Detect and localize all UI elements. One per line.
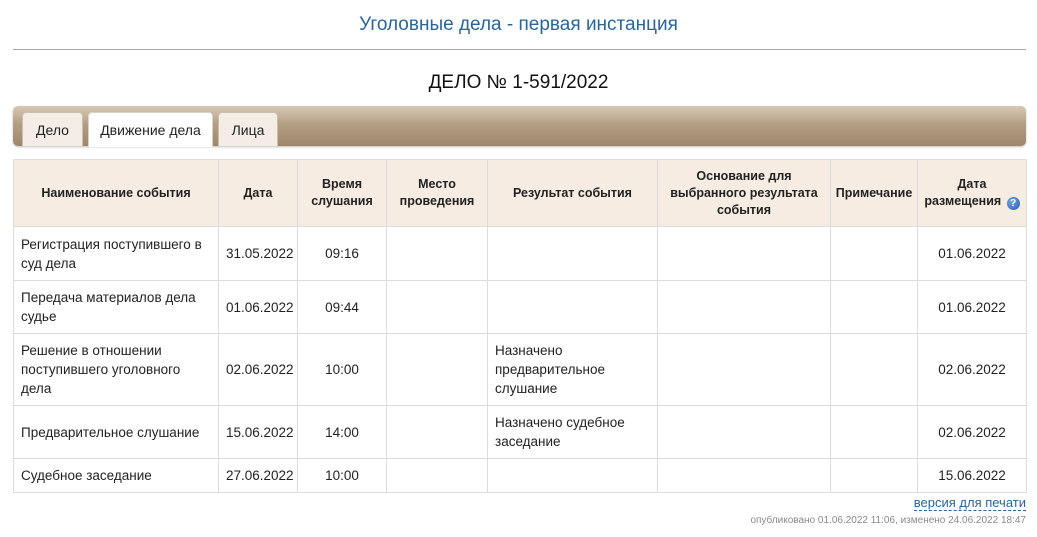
published-info: опубликовано 01.06.2022 11:06, изменено … xyxy=(750,515,1026,526)
cell-posted-date: 15.06.2022 xyxy=(917,458,1027,493)
cell-result xyxy=(487,226,658,281)
tabs-bar: Дело Движение дела Лица xyxy=(13,106,1026,147)
cell-posted-date: 02.06.2022 xyxy=(917,405,1027,459)
header-result: Результат события xyxy=(487,159,658,227)
cell-event-name: Решение в отношении поступившего уголовн… xyxy=(13,333,219,406)
table-row: Передача материалов дела судье 01.06.202… xyxy=(13,280,1027,334)
cell-posted-date: 02.06.2022 xyxy=(917,333,1027,406)
cell-event-name: Предварительное слушание xyxy=(13,405,219,459)
cell-date: 27.06.2022 xyxy=(218,458,298,493)
cell-event-name: Регистрация поступившего в суд дела xyxy=(13,226,219,281)
cell-posted-date: 01.06.2022 xyxy=(917,226,1027,281)
header-hearing-time: Время слушания xyxy=(297,159,387,227)
cell-venue xyxy=(386,280,488,334)
cell-result xyxy=(487,458,658,493)
cell-event-name: Судебное заседание xyxy=(13,458,219,493)
cell-hearing-time: 09:44 xyxy=(297,280,387,334)
header-posted-date: Дата размещения ? xyxy=(917,159,1027,227)
tab-case-movement[interactable]: Движение дела xyxy=(88,112,213,147)
cell-date: 01.06.2022 xyxy=(218,280,298,334)
cell-result: Назначено предварительное слушание xyxy=(487,333,658,406)
cell-result: Назначено судебное заседание xyxy=(487,405,658,459)
cell-note xyxy=(830,333,918,406)
header-venue: Место проведения xyxy=(386,159,488,227)
page-title: Уголовные дела - первая инстанция xyxy=(359,14,678,35)
cell-hearing-time: 10:00 xyxy=(297,458,387,493)
cell-date: 31.05.2022 xyxy=(218,226,298,281)
table-header-row: Наименование события Дата Время слушания… xyxy=(13,159,1027,227)
header-basis: Основание для выбранного результата собы… xyxy=(657,159,831,227)
table-row: Предварительное слушание 15.06.2022 14:0… xyxy=(13,405,1027,459)
tab-case[interactable]: Дело xyxy=(22,112,83,146)
title-divider xyxy=(13,49,1026,50)
cell-hearing-time: 10:00 xyxy=(297,333,387,406)
cell-venue xyxy=(386,458,488,493)
cell-date: 15.06.2022 xyxy=(218,405,298,459)
cell-venue xyxy=(386,226,488,281)
header-posted-date-label: Дата размещения xyxy=(924,177,1002,208)
tab-persons[interactable]: Лица xyxy=(218,112,278,146)
cell-posted-date: 01.06.2022 xyxy=(917,280,1027,334)
cell-basis xyxy=(657,458,831,493)
cell-note xyxy=(830,226,918,281)
table-row: Регистрация поступившего в суд дела 31.0… xyxy=(13,226,1027,281)
cell-basis xyxy=(657,280,831,334)
cell-basis xyxy=(657,226,831,281)
cell-hearing-time: 14:00 xyxy=(297,405,387,459)
header-event-name: Наименование события xyxy=(13,159,219,227)
cell-event-name: Передача материалов дела судье xyxy=(13,280,219,334)
case-number-heading: ДЕЛО № 1-591/2022 xyxy=(428,72,609,93)
help-icon[interactable]: ? xyxy=(1006,197,1020,210)
table-row: Решение в отношении поступившего уголовн… xyxy=(13,333,1027,406)
table-row: Судебное заседание 27.06.2022 10:00 15.0… xyxy=(13,458,1027,493)
case-events-table: Наименование события Дата Время слушания… xyxy=(13,159,1027,493)
cell-note xyxy=(830,458,918,493)
cell-basis xyxy=(657,333,831,406)
cell-result xyxy=(487,280,658,334)
cell-basis xyxy=(657,405,831,459)
print-version-link[interactable]: версия для печати xyxy=(913,495,1026,511)
cell-note xyxy=(830,405,918,459)
cell-date: 02.06.2022 xyxy=(218,333,298,406)
header-note: Примечание xyxy=(830,159,918,227)
header-date: Дата xyxy=(218,159,298,227)
cell-note xyxy=(830,280,918,334)
cell-venue xyxy=(386,333,488,406)
cell-venue xyxy=(386,405,488,459)
cell-hearing-time: 09:16 xyxy=(297,226,387,281)
